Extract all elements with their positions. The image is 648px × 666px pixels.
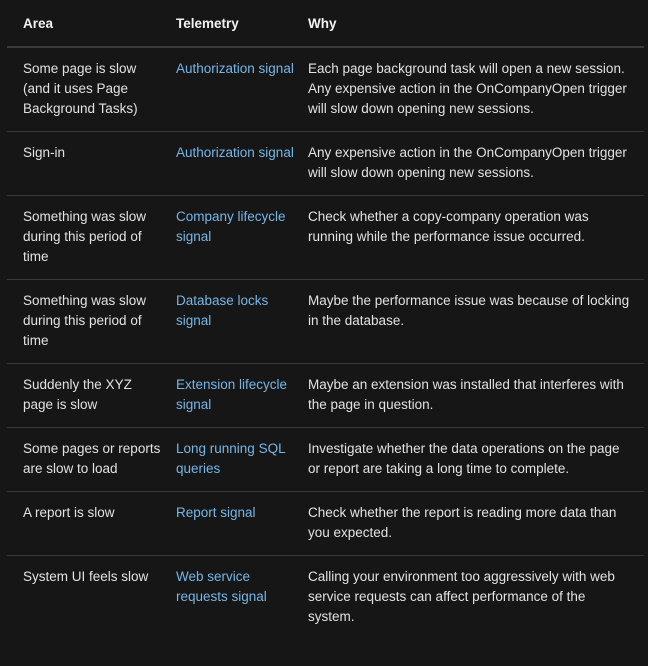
- table-row: A report is slow Report signal Check whe…: [7, 491, 644, 556]
- telemetry-cell: Report signal: [176, 491, 308, 556]
- telemetry-cell: Company lifecycle signal: [176, 195, 308, 280]
- telemetry-table: Area Telemetry Why Some page is slow (an…: [7, 0, 644, 639]
- telemetry-link-authorization-signal[interactable]: Authorization signal: [176, 61, 294, 76]
- telemetry-link-extension-lifecycle-signal[interactable]: Extension lifecycle signal: [176, 377, 287, 412]
- telemetry-link-authorization-signal[interactable]: Authorization signal: [176, 145, 294, 160]
- telemetry-link-web-service-requests-signal[interactable]: Web service requests signal: [176, 569, 267, 604]
- table-row: Something was slow during this period of…: [7, 279, 644, 364]
- table-row: System UI feels slow Web service request…: [7, 556, 644, 640]
- why-cell: Check whether a copy-company operation w…: [308, 195, 644, 280]
- telemetry-cell: Authorization signal: [176, 47, 308, 132]
- why-cell: Maybe the performance issue was because …: [308, 279, 644, 364]
- area-text: Sign-in: [23, 145, 66, 160]
- telemetry-link-report-signal[interactable]: Report signal: [176, 505, 256, 520]
- table-row: Some page is slow (and it uses Page Back…: [7, 47, 644, 132]
- area-cell: Something was slow during this period of…: [7, 279, 176, 364]
- column-header-telemetry: Telemetry: [176, 0, 308, 48]
- area-cell: Suddenly the XYZ page is slow: [7, 363, 176, 428]
- column-header-area: Area: [7, 0, 176, 48]
- telemetry-cell: Extension lifecycle signal: [176, 363, 308, 428]
- area-text: Something was slow during this period of…: [23, 293, 147, 348]
- area-cell: Some page is slow (and it uses Page Back…: [7, 47, 176, 132]
- area-cell: A report is slow: [7, 491, 176, 556]
- table-row: Sign-in Authorization signal Any expensi…: [7, 131, 644, 196]
- table-row: Some pages or reports are slow to load L…: [7, 427, 644, 492]
- area-text: Some page is slow (and it uses Page Back…: [23, 61, 138, 116]
- telemetry-link-company-lifecycle-signal[interactable]: Company lifecycle signal: [176, 209, 286, 244]
- table-row: Suddenly the XYZ page is slow Extension …: [7, 363, 644, 428]
- table-header-row: Area Telemetry Why: [7, 0, 644, 48]
- telemetry-table-container: Area Telemetry Why Some page is slow (an…: [7, 0, 644, 639]
- why-cell: Calling your environment too aggressivel…: [308, 569, 615, 624]
- telemetry-link-long-running-sql-queries[interactable]: Long running SQL queries: [176, 441, 285, 476]
- telemetry-cell: Database locks signal: [176, 279, 308, 364]
- telemetry-link-database-locks-signal[interactable]: Database locks signal: [176, 293, 268, 328]
- area-cell: Something was slow during this period of…: [7, 195, 176, 280]
- area-text: A report is slow: [23, 505, 115, 520]
- why-cell: Investigate whether the data operations …: [308, 427, 644, 492]
- area-cell: System UI feels slow: [7, 556, 176, 640]
- table-row: Something was slow during this period of…: [7, 195, 644, 280]
- area-text: Some pages or reports are slow to load: [23, 441, 161, 476]
- telemetry-cell: Authorization signal: [176, 131, 308, 196]
- area-cell: Sign-in: [7, 131, 176, 196]
- why-cell: Each page background task will open a ne…: [308, 47, 644, 132]
- why-cell: Maybe an extension was installed that in…: [308, 363, 644, 428]
- column-header-why: Why: [308, 0, 644, 48]
- telemetry-cell: Web service requests signal: [176, 556, 308, 640]
- area-text: Something was slow during this period of…: [23, 209, 147, 264]
- telemetry-cell: Long running SQL queries: [176, 427, 308, 492]
- area-text: System UI feels slow: [23, 569, 149, 584]
- why-cell: Check whether the report is reading more…: [308, 491, 644, 556]
- area-cell: Some pages or reports are slow to load: [7, 427, 176, 492]
- area-text: Suddenly the XYZ page is slow: [23, 377, 132, 412]
- why-cell: Any expensive action in the OnCompanyOpe…: [308, 131, 644, 196]
